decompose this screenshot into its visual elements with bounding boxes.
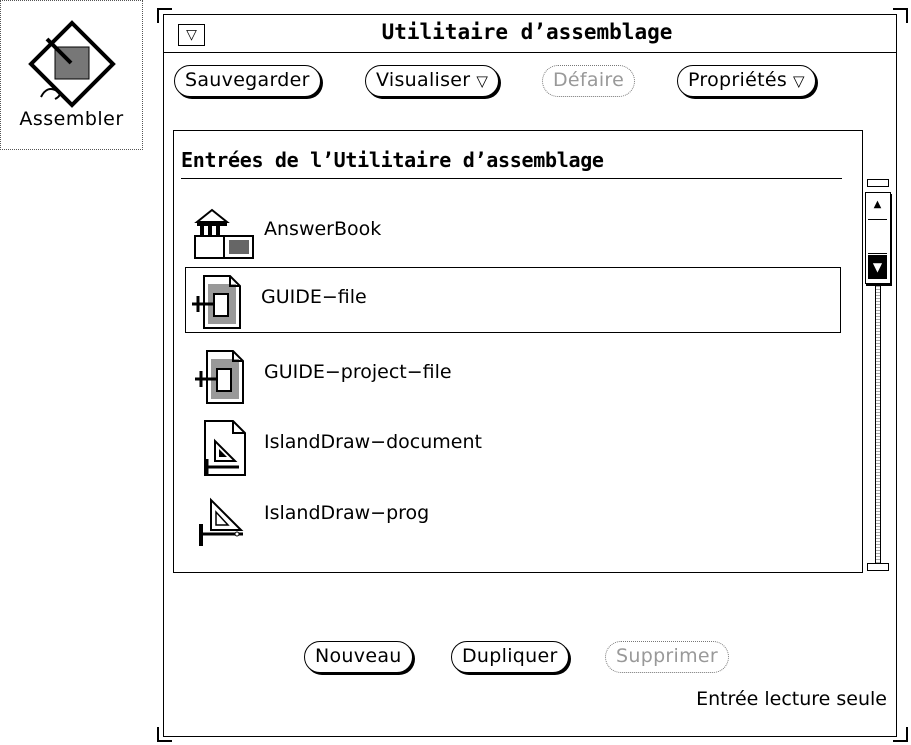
menu-caret-icon: ▽ — [793, 72, 805, 90]
list-item-selected[interactable]: GUIDE−file — [185, 267, 841, 333]
save-button-label: Sauvegarder — [185, 69, 310, 91]
desktop-icon-label: Assembler — [19, 108, 124, 130]
properties-button-label: Propriétés — [688, 69, 788, 91]
new-button-label: Nouveau — [315, 645, 402, 667]
undo-button: Défaire — [542, 65, 636, 97]
save-button[interactable]: Sauvegarder — [174, 65, 321, 97]
list-item-label: AnswerBook — [264, 218, 382, 240]
properties-menu-button[interactable]: Propriétés ▽ — [677, 65, 816, 97]
list-item-label: IslandDraw−prog — [264, 502, 430, 524]
list-title: Entrées de l’Utilitaire d’assemblage — [181, 148, 604, 172]
answerbook-icon — [194, 208, 254, 259]
scrollbar-elevator[interactable]: ▲ ▼ — [865, 192, 891, 284]
islanddraw-document-icon — [204, 420, 246, 476]
menu-caret-icon: ▽ — [476, 72, 489, 90]
list-item[interactable]: AnswerBook — [187, 198, 837, 264]
duplicate-button[interactable]: Dupliquer — [451, 641, 569, 673]
undo-button-label: Défaire — [553, 69, 625, 91]
list-item-label: GUIDE−file — [261, 286, 367, 308]
list-item[interactable]: IslandDraw−document — [187, 411, 837, 477]
view-menu-button[interactable]: Visualiser ▽ — [365, 65, 500, 97]
scrollbar-top-cable-anchor[interactable] — [867, 179, 889, 187]
assembler-window: ▽ Utilitaire d’assemblage Sauvegarder Vi… — [157, 8, 911, 745]
window-menu-button[interactable]: ▽ — [178, 24, 205, 46]
window-menu-icon: ▽ — [186, 27, 197, 43]
duplicate-button-label: Dupliquer — [462, 645, 558, 667]
window-title: Utilitaire d’assemblage — [381, 20, 673, 44]
scroll-up-arrow-icon[interactable]: ▲ — [868, 195, 887, 220]
delete-button-label: Supprimer — [616, 645, 719, 667]
guide-file-icon — [192, 275, 241, 329]
islanddraw-prog-icon — [199, 497, 244, 546]
scrollbar-bottom-cable-anchor[interactable] — [867, 563, 889, 571]
scroll-drag-area[interactable] — [868, 221, 887, 254]
list-item[interactable]: IslandDraw−prog — [187, 482, 837, 548]
footer-status: Entrée lecture seule — [696, 688, 887, 710]
list-item-label: IslandDraw−document — [264, 431, 482, 453]
new-button[interactable]: Nouveau — [304, 641, 413, 673]
assembler-icon — [28, 20, 116, 108]
list-item-label: GUIDE−project−file — [264, 361, 452, 383]
list-item[interactable]: GUIDE−project−file — [187, 341, 837, 407]
delete-button: Supprimer — [605, 641, 730, 673]
assembler-desktop-icon[interactable]: Assembler — [0, 0, 143, 150]
guide-project-file-icon — [195, 350, 244, 404]
view-button-label: Visualiser — [376, 69, 471, 91]
scrollbar-track[interactable] — [875, 281, 881, 564]
title-divider — [163, 52, 897, 53]
scroll-down-arrow-icon[interactable]: ▼ — [868, 255, 887, 279]
list-title-divider — [181, 178, 842, 179]
